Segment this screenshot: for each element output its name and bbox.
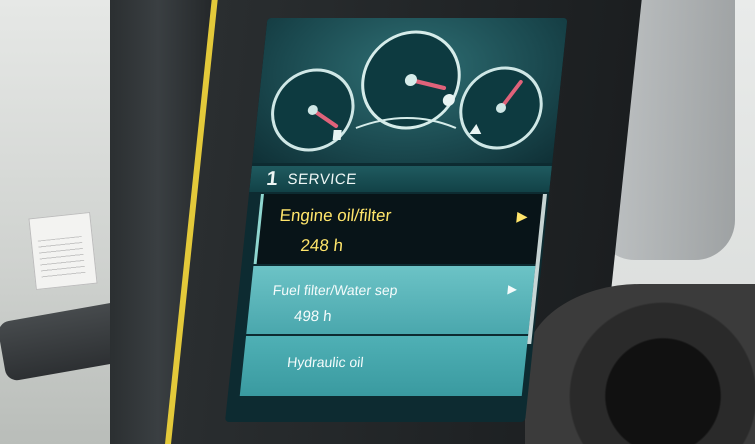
- left-gauge: [271, 68, 355, 152]
- menu-header: 1 SERVICE: [249, 166, 552, 192]
- service-item-label: Fuel filter/Water sep: [272, 282, 399, 298]
- fuel-icon: [332, 130, 342, 140]
- center-gauge: [361, 30, 461, 130]
- sticker-lines: [37, 235, 86, 279]
- chevron-right-icon: ▶: [516, 208, 529, 224]
- service-item-engine-oil[interactable]: Engine oil/filter 248 h ▶: [253, 194, 546, 264]
- menu-title: SERVICE: [286, 170, 358, 188]
- warning-sticker: [28, 211, 98, 291]
- control-knob[interactable]: [525, 284, 755, 444]
- service-item-hydraulic-oil[interactable]: Hydraulic oil: [239, 336, 529, 396]
- service-item-label: Engine oil/filter: [278, 206, 393, 225]
- gauge-cluster: [252, 18, 568, 163]
- right-gauge: [459, 66, 543, 150]
- service-item-value: 498 h: [293, 308, 333, 325]
- menu-number: 1: [265, 167, 279, 190]
- service-item-fuel-filter[interactable]: Fuel filter/Water sep 498 h ▶: [246, 266, 536, 334]
- service-item-value: 248 h: [299, 236, 345, 255]
- display-screen: 1 SERVICE Engine oil/filter 248 h ▶ Fuel…: [225, 18, 568, 422]
- service-item-label: Hydraulic oil: [286, 354, 365, 370]
- chevron-right-icon: ▶: [507, 282, 518, 296]
